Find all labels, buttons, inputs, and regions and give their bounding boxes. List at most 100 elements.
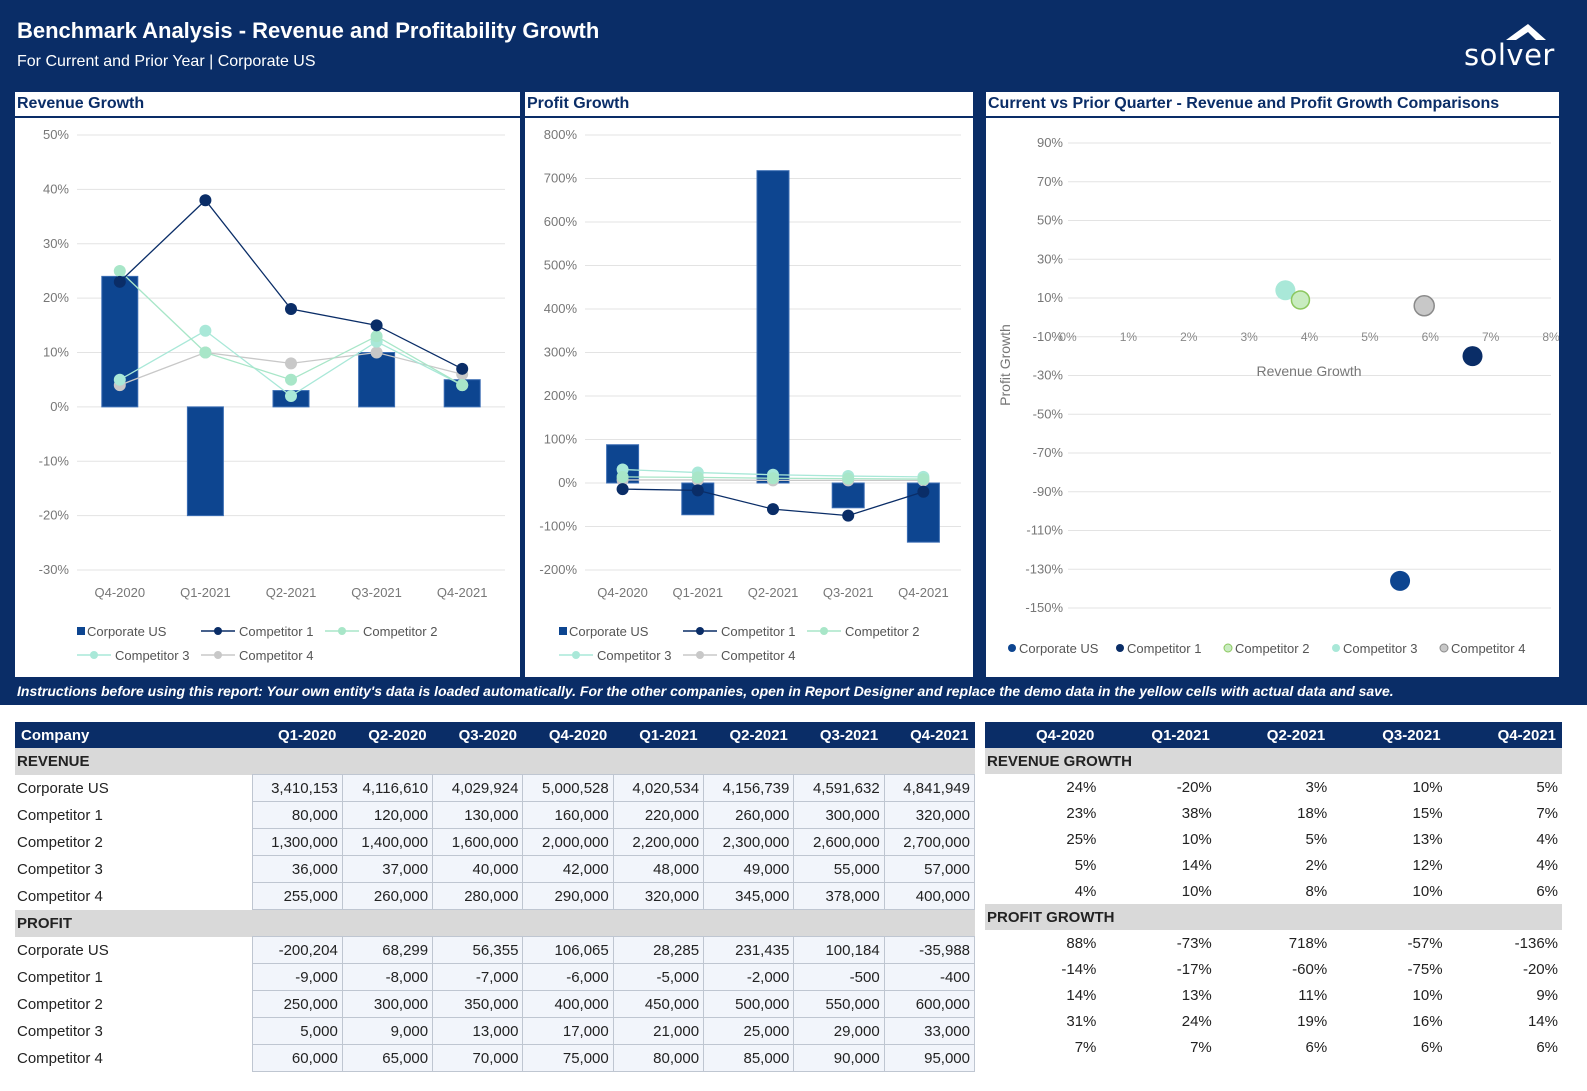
value-cell[interactable]: -200,204 (251, 936, 343, 964)
section-label: PROFIT (15, 909, 975, 937)
value-cell[interactable]: 85,000 (703, 1044, 795, 1072)
value-cell[interactable]: 300,000 (341, 990, 434, 1018)
value-cell[interactable]: 4,029,924 (432, 774, 524, 802)
table-row: Competitor 1 -9,000 -8,000 -7,000 -6,000 -5,0… (15, 963, 976, 991)
value-cell[interactable]: 5,000,528 (522, 774, 614, 802)
value-cell[interactable]: 75,000 (522, 1044, 614, 1072)
value-cell[interactable]: 56,355 (432, 936, 524, 964)
value-cell[interactable]: 95,000 (883, 1044, 976, 1072)
value-cell[interactable]: 37,000 (341, 855, 434, 883)
value-cell[interactable]: 13,000 (432, 1017, 524, 1045)
value-cell[interactable]: 80,000 (612, 1044, 705, 1072)
value-cell[interactable]: 80,000 (251, 801, 343, 829)
value-cell[interactable]: -9,000 (251, 963, 343, 991)
growth-cell: -60% (1292, 960, 1328, 978)
value-cell[interactable]: 28,285 (612, 936, 705, 964)
value-cell[interactable]: 231,435 (703, 936, 795, 964)
revenue-growth-panel: Revenue Growth 50% 40% 30% 20% 10% 0% -10% -20%… (15, 92, 520, 677)
value-cell[interactable]: -500 (793, 963, 885, 991)
table-row: Corporate US 3,410,153 4,116,610 4,029,924 5… (15, 774, 976, 802)
legend-label-competitor_3: Competitor 3 (1343, 641, 1417, 656)
value-cell[interactable]: -400 (883, 963, 976, 991)
value-cell[interactable]: 9,000 (341, 1017, 434, 1045)
value-cell[interactable]: 33,000 (883, 1017, 976, 1045)
value-cell[interactable]: 68,299 (341, 936, 434, 964)
value-cell[interactable]: 4,841,949 (883, 774, 976, 802)
value-cell[interactable]: 1,400,000 (341, 828, 434, 856)
value-cell[interactable]: 100,184 (793, 936, 885, 964)
legend-label-corporate-us: Corporate US (87, 624, 167, 639)
value-cell[interactable]: 220,000 (612, 801, 705, 829)
growth-cell: 13% (1181, 986, 1212, 1004)
value-cell[interactable]: 3,410,153 (251, 774, 343, 802)
value-cell[interactable]: 500,000 (703, 990, 795, 1018)
value-cell[interactable]: -6,000 (522, 963, 614, 991)
value-cell[interactable]: 550,000 (793, 990, 885, 1018)
value-cell[interactable]: 48,000 (612, 855, 705, 883)
legend-label-competitor_3: Competitor 3 (597, 648, 671, 663)
legend-label-competitor_4: Competitor 4 (1451, 641, 1525, 656)
value-cell[interactable]: 120,000 (341, 801, 434, 829)
legend-marker-competitor_2 (820, 627, 828, 635)
value-cell[interactable]: 2,200,000 (612, 828, 705, 856)
value-cell[interactable]: 4,116,610 (341, 774, 434, 802)
value-cell[interactable]: 17,000 (522, 1017, 614, 1045)
value-cell[interactable]: 250,000 (251, 990, 343, 1018)
value-cell[interactable]: 378,000 (793, 882, 885, 910)
value-cell[interactable]: 106,065 (522, 936, 614, 964)
value-cell[interactable]: 600,000 (883, 990, 976, 1018)
value-cell[interactable]: 320,000 (883, 801, 976, 829)
value-cell[interactable]: 130,000 (432, 801, 524, 829)
value-cell[interactable]: 60,000 (251, 1044, 343, 1072)
value-cell[interactable]: 4,591,632 (793, 774, 885, 802)
growth-cell: 10% (1412, 882, 1443, 900)
value-cell[interactable]: 300,000 (793, 801, 885, 829)
value-cell[interactable]: -7,000 (432, 963, 524, 991)
value-cell[interactable]: 57,000 (883, 855, 976, 883)
point-competitor-1 (285, 303, 297, 315)
value-cell[interactable]: 21,000 (612, 1017, 705, 1045)
value-cell[interactable]: -8,000 (341, 963, 434, 991)
value-cell[interactable]: 29,000 (793, 1017, 885, 1045)
value-cell[interactable]: 320,000 (612, 882, 705, 910)
value-cell[interactable]: 160,000 (522, 801, 614, 829)
value-cell[interactable]: 350,000 (432, 990, 524, 1018)
value-cell[interactable]: 2,700,000 (883, 828, 976, 856)
value-cell[interactable]: 5,000 (251, 1017, 343, 1045)
value-cell[interactable]: 40,000 (432, 855, 524, 883)
value-cell[interactable]: 25,000 (703, 1017, 795, 1045)
value-cell[interactable]: 4,156,739 (703, 774, 795, 802)
value-cell[interactable]: 36,000 (251, 855, 343, 883)
value-cell[interactable]: 42,000 (522, 855, 614, 883)
value-cell[interactable]: 345,000 (703, 882, 795, 910)
value-cell[interactable]: -35,988 (883, 936, 976, 964)
growth-row: 23% 38% 18% 15% 7% (985, 800, 1562, 826)
quarter-header: Q3-2020 (432, 722, 523, 748)
point-competitor-2 (370, 330, 383, 343)
table-row: Competitor 3 5,000 9,000 13,000 17,000 21,000… (15, 1017, 976, 1045)
value-cell[interactable]: 290,000 (522, 882, 614, 910)
value-cell[interactable]: 260,000 (341, 882, 434, 910)
value-cell[interactable]: 2,300,000 (703, 828, 795, 856)
report-title: Benchmark Analysis - Revenue and Profita… (17, 18, 600, 43)
value-cell[interactable]: 90,000 (793, 1044, 885, 1072)
value-cell[interactable]: 55,000 (793, 855, 885, 883)
value-cell[interactable]: 400,000 (883, 882, 976, 910)
value-cell[interactable]: 4,020,534 (612, 774, 705, 802)
y-tick-label: -30% (39, 562, 70, 577)
point-competitor-4 (285, 357, 297, 370)
value-cell[interactable]: 65,000 (341, 1044, 434, 1072)
value-cell[interactable]: -5,000 (612, 963, 705, 991)
value-cell[interactable]: 255,000 (251, 882, 343, 910)
value-cell[interactable]: 450,000 (612, 990, 705, 1018)
value-cell[interactable]: 400,000 (522, 990, 614, 1018)
value-cell[interactable]: 260,000 (703, 801, 795, 829)
value-cell[interactable]: 70,000 (432, 1044, 524, 1072)
value-cell[interactable]: 2,000,000 (522, 828, 614, 856)
value-cell[interactable]: 1,300,000 (251, 828, 343, 856)
value-cell[interactable]: 2,600,000 (793, 828, 885, 856)
value-cell[interactable]: -2,000 (703, 963, 795, 991)
value-cell[interactable]: 49,000 (703, 855, 795, 883)
value-cell[interactable]: 1,600,000 (432, 828, 524, 856)
value-cell[interactable]: 280,000 (432, 882, 524, 910)
